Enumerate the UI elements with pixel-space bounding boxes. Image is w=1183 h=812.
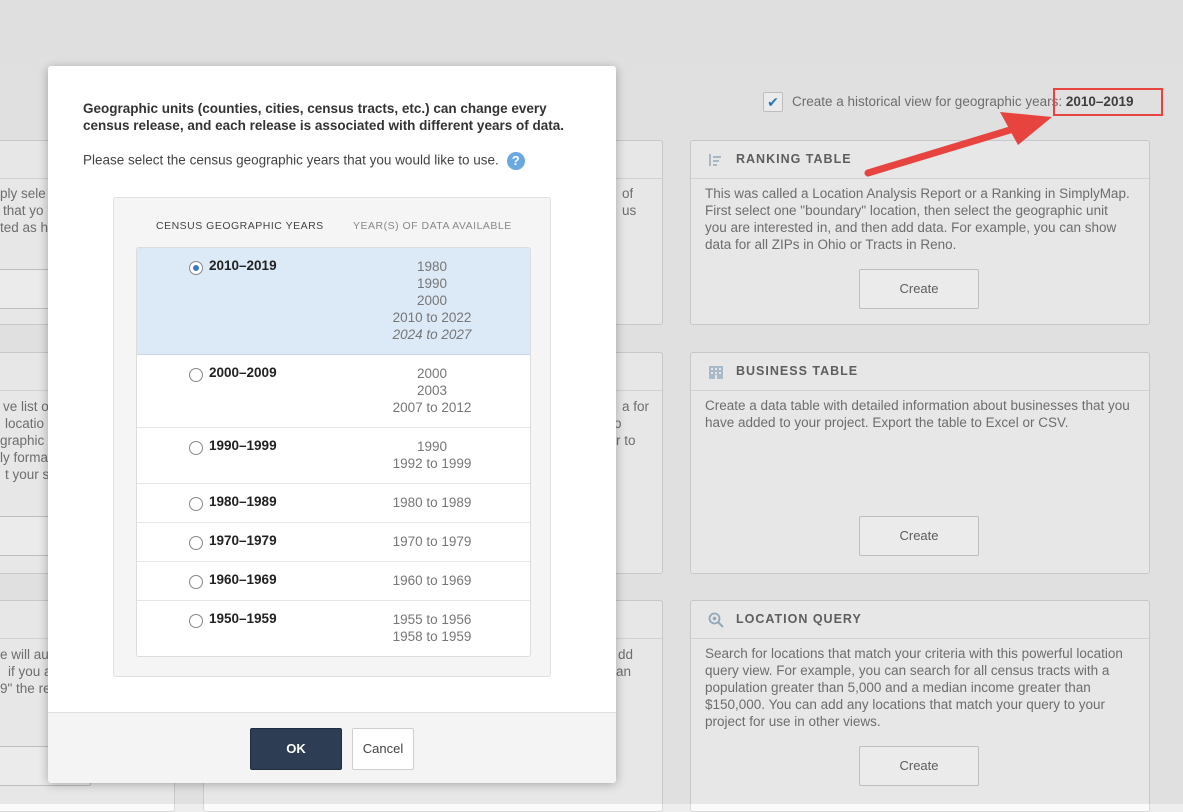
census-years-dialog: Geographic units (counties, cities, cens…	[48, 66, 616, 783]
data-years-list: 1980 1990 2000 2010 to 2022 2024 to 2027	[317, 258, 530, 343]
census-option-1970-1979[interactable]: 1970–1979 1970 to 1979	[137, 523, 530, 562]
data-years-list: 1980 to 1989	[317, 494, 530, 511]
census-option-label: 1970–1979	[209, 533, 277, 548]
dialog-footer: OK Cancel	[48, 712, 616, 783]
radio-button[interactable]	[189, 441, 203, 455]
census-option-1960-1969[interactable]: 1960–1969 1960 to 1969	[137, 562, 530, 601]
census-option-label: 1950–1959	[209, 611, 277, 626]
data-year: 1958 to 1959	[392, 629, 472, 644]
projected-data-year: 2024 to 2027	[392, 327, 472, 342]
data-years-list: 1955 to 1956 1958 to 1959	[317, 611, 530, 645]
dialog-prompt-text: Please select the census geographic year…	[83, 152, 499, 168]
data-year: 1960 to 1969	[392, 573, 472, 588]
cancel-button[interactable]: Cancel	[352, 728, 414, 770]
census-option-label: 1960–1969	[209, 572, 277, 587]
column-header-data-years: YEAR(S) OF DATA AVAILABLE	[353, 220, 512, 232]
census-option-1980-1989[interactable]: 1980–1989 1980 to 1989	[137, 484, 530, 523]
census-option-label: 2000–2009	[209, 365, 277, 380]
data-year: 2003	[416, 383, 448, 398]
data-year: 2007 to 2012	[392, 400, 472, 415]
data-year: 1955 to 1956	[392, 612, 472, 627]
data-year: 2000	[416, 366, 448, 381]
radio-button[interactable]	[189, 536, 203, 550]
radio-button[interactable]	[189, 575, 203, 589]
data-year: 1980 to 1989	[392, 495, 472, 510]
data-years-list: 2000 2003 2007 to 2012	[317, 365, 530, 416]
radio-button[interactable]	[189, 368, 203, 382]
data-year: 2010 to 2022	[392, 310, 472, 325]
column-header-census-years: CENSUS GEOGRAPHIC YEARS	[156, 220, 324, 232]
census-option-2000-2009[interactable]: 2000–2009 2000 2003 2007 to 2012	[137, 355, 530, 428]
dialog-intro-text: Geographic units (counties, cities, cens…	[83, 101, 564, 133]
data-years-list: 1960 to 1969	[317, 572, 530, 589]
census-option-1990-1999[interactable]: 1990–1999 1990 1992 to 1999	[137, 428, 530, 484]
radio-button-selected[interactable]	[189, 261, 203, 275]
data-years-list: 1970 to 1979	[317, 533, 530, 550]
census-option-1950-1959[interactable]: 1950–1959 1955 to 1956 1958 to 1959	[137, 601, 530, 656]
census-option-2010-2019[interactable]: 2010–2019 1980 1990 2000 2010 to 2022 20…	[137, 248, 530, 355]
annotation-highlight-box	[1053, 88, 1163, 116]
data-years-list: 1990 1992 to 1999	[317, 438, 530, 472]
data-year: 1980	[416, 259, 448, 274]
census-years-table: 2010–2019 1980 1990 2000 2010 to 2022 20…	[136, 247, 531, 657]
census-years-panel: CENSUS GEOGRAPHIC YEARS YEAR(S) OF DATA …	[113, 197, 551, 677]
data-year: 1990	[416, 439, 448, 454]
census-option-label: 1980–1989	[209, 494, 277, 509]
dialog-prompt: Please select the census geographic year…	[83, 152, 525, 170]
ok-button[interactable]: OK	[250, 728, 342, 770]
census-option-label: 2010–2019	[209, 258, 277, 273]
census-option-label: 1990–1999	[209, 438, 277, 453]
help-icon[interactable]: ?	[506, 152, 525, 170]
data-year: 1970 to 1979	[392, 534, 472, 549]
radio-button[interactable]	[189, 497, 203, 511]
data-year: 1990	[416, 276, 448, 291]
data-year: 2000	[416, 293, 448, 308]
data-year: 1992 to 1999	[392, 456, 472, 471]
radio-button[interactable]	[189, 614, 203, 628]
